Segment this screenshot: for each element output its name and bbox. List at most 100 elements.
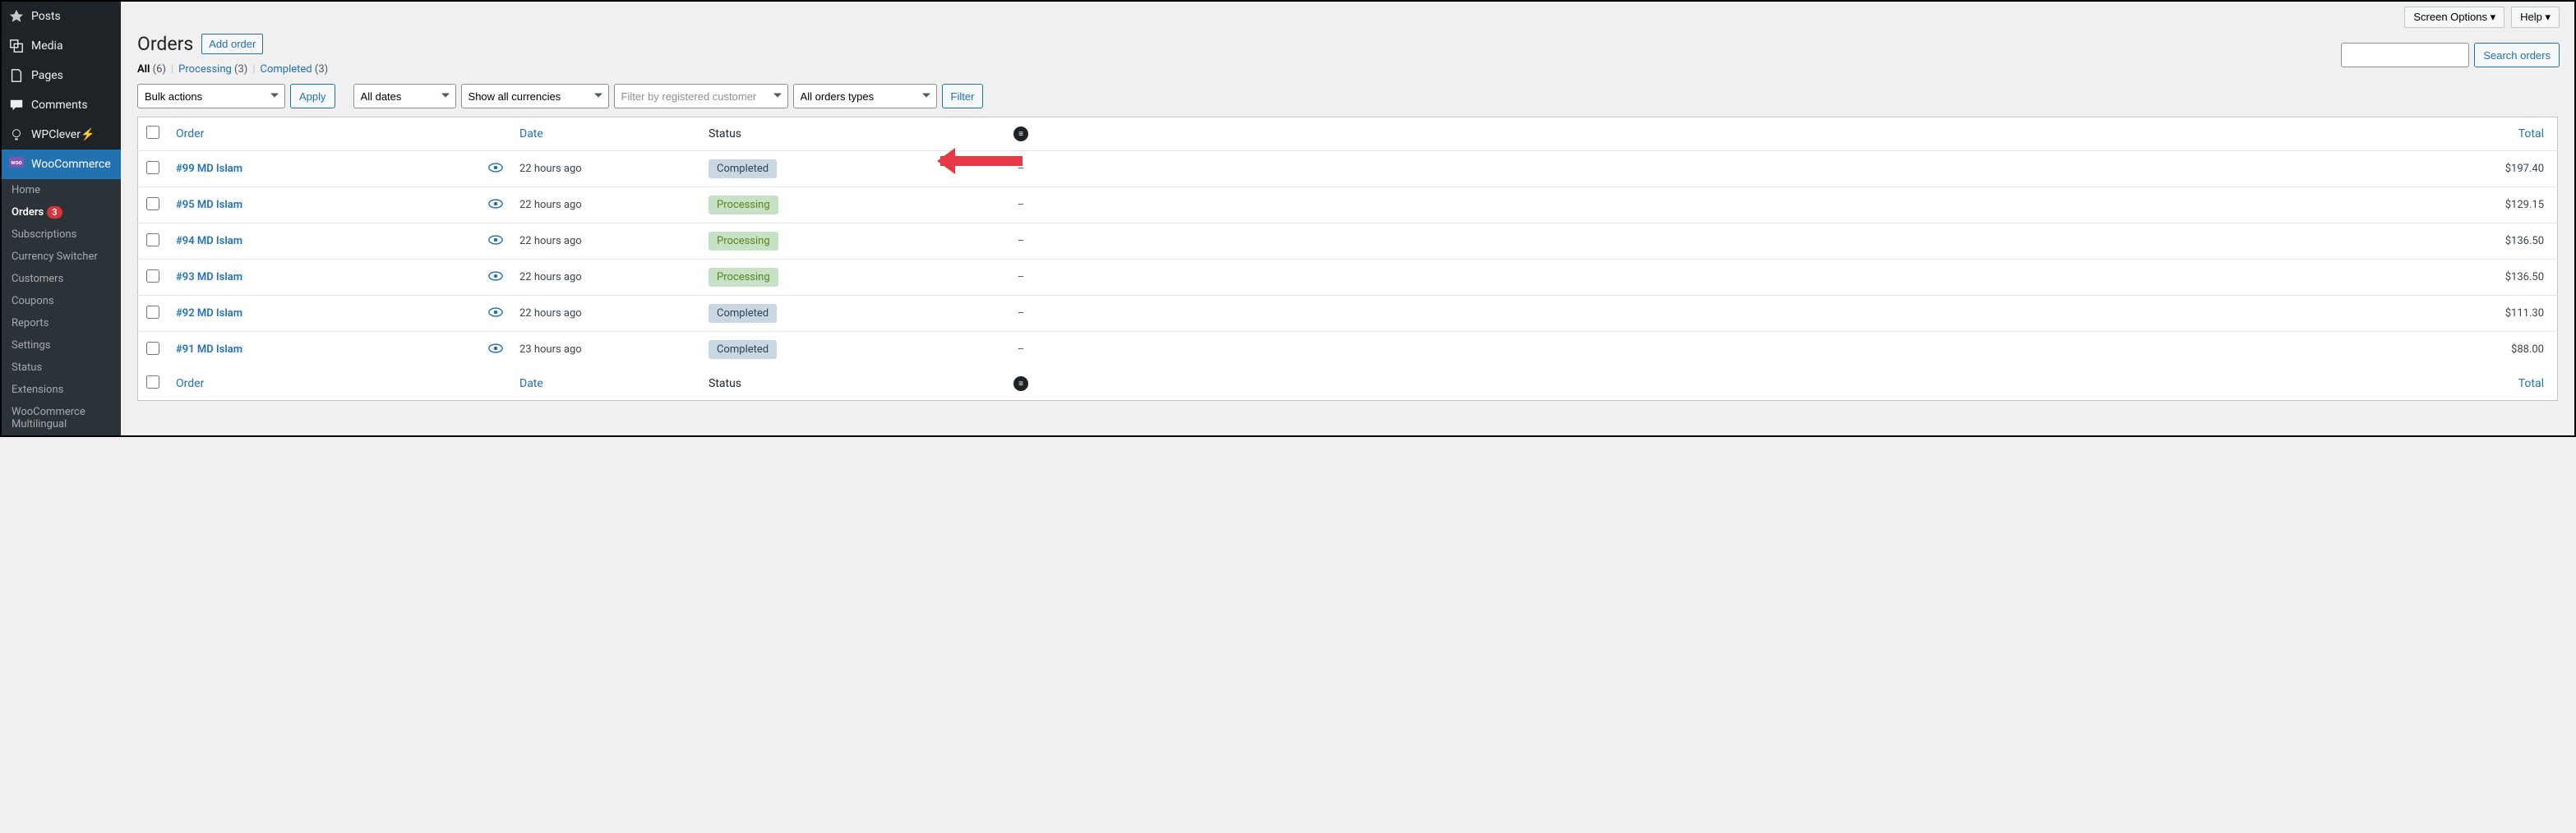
table-row[interactable]: #95 MD Islam22 hours agoProcessing–$129.… — [138, 187, 2558, 223]
submenu-item-reports[interactable]: Reports — [2, 312, 121, 334]
order-types-filter-select[interactable]: All orders types — [793, 84, 937, 108]
add-order-button[interactable]: Add order — [201, 34, 263, 54]
filter-completed[interactable]: Completed — [261, 63, 312, 76]
select-all-checkbox-footer[interactable] — [146, 375, 159, 389]
screen-options-button[interactable]: Screen Options ▾ — [2404, 7, 2504, 28]
submenu-item-extensions[interactable]: Extensions — [2, 379, 121, 401]
wpml-column-icon: ≡ — [1013, 127, 1028, 141]
sidebar-item-comments[interactable]: Comments — [2, 90, 121, 120]
row-checkbox[interactable] — [146, 197, 159, 210]
filter-processing[interactable]: Processing — [178, 63, 232, 76]
order-link[interactable]: #99 MD Islam — [176, 163, 242, 175]
order-date: 22 hours ago — [511, 187, 700, 223]
table-row[interactable]: #92 MD Islam 22 hours ago Completed –$111.3… — [138, 296, 2558, 332]
order-total: $197.40 — [1037, 151, 2558, 187]
order-link[interactable]: #91 MD Islam — [176, 343, 242, 356]
sidebar-item-media[interactable]: Media — [2, 31, 121, 61]
svg-text:woo: woo — [11, 159, 21, 166]
sidebar-item-label: WooCommerce — [31, 158, 111, 171]
order-total: $136.50 — [1037, 223, 2558, 260]
filter-all[interactable]: All — [137, 63, 150, 76]
order-total: $129.15 — [1037, 187, 2558, 223]
order-link[interactable]: #92 MD Islam — [176, 307, 242, 320]
pages-icon — [8, 67, 25, 84]
order-date: 22 hours ago — [511, 296, 700, 332]
row-checkbox[interactable] — [146, 269, 159, 283]
submenu-item-settings[interactable]: Settings — [2, 334, 121, 357]
status-badge: Processing — [709, 268, 778, 287]
column-total-footer[interactable]: Total — [2518, 377, 2544, 390]
table-row[interactable]: #93 MD Islam 22 hours ago Processing –$136.… — [138, 260, 2558, 296]
customer-filter-select[interactable]: Filter by registered customer — [614, 84, 788, 108]
order-date: 22 hours ago — [511, 151, 700, 187]
column-date-footer[interactable]: Date — [519, 377, 543, 390]
submenu-item-status[interactable]: Status — [2, 357, 121, 379]
column-order-footer[interactable]: Order — [176, 377, 204, 390]
row-checkbox[interactable] — [146, 233, 159, 246]
row-checkbox[interactable] — [146, 306, 159, 319]
eye-icon[interactable] — [488, 200, 503, 212]
sidebar-item-pages[interactable]: Pages — [2, 61, 121, 90]
orders-table: Order Date Status ≡ Total #99 MD Islam 22… — [137, 117, 2558, 401]
order-total: $88.00 — [1037, 332, 2558, 368]
order-link[interactable]: #95 MD Islam — [176, 199, 242, 211]
sidebar-item-woocommerce[interactable]: woo WooCommerce — [2, 150, 121, 179]
status-badge: Completed — [709, 340, 777, 359]
submenu-item-subscriptions[interactable]: Subscriptions — [2, 223, 121, 246]
submenu-item-customers[interactable]: Customers — [2, 268, 121, 290]
sidebar-item-posts[interactable]: Posts — [2, 2, 121, 31]
order-date: 23 hours ago — [511, 332, 700, 368]
sidebar-item-label: WPClever⚡ — [31, 128, 95, 141]
submenu-item-home[interactable]: Home — [2, 179, 121, 201]
bulk-actions-select[interactable]: Bulk actions — [137, 84, 285, 108]
eye-icon[interactable] — [488, 308, 503, 320]
woo-icon: woo — [8, 156, 25, 173]
page-title: Orders — [137, 33, 193, 55]
wpml-column-icon-footer: ≡ — [1013, 376, 1028, 391]
table-row[interactable]: #99 MD Islam22 hours agoCompleted–$197.4… — [138, 151, 2558, 187]
search-orders-input[interactable] — [2341, 43, 2469, 67]
help-button[interactable]: Help ▾ — [2511, 7, 2560, 28]
column-total[interactable]: Total — [2518, 127, 2544, 140]
sidebar-item-wpclever-[interactable]: WPClever⚡ — [2, 120, 121, 150]
row-checkbox[interactable] — [146, 161, 159, 174]
currencies-filter-select[interactable]: Show all currencies — [461, 84, 609, 108]
row-checkbox[interactable] — [146, 342, 159, 355]
sidebar-item-label: Comments — [31, 99, 88, 112]
status-badge: Processing — [709, 196, 778, 214]
submenu-item-orders[interactable]: Orders3 — [2, 201, 121, 223]
submenu-item-woocommerce-multilingual[interactable]: WooCommerce Multilingual — [2, 401, 121, 435]
wpml-cell: – — [1004, 223, 1037, 260]
main-content: Screen Options ▾ Help ▾ Orders Add order… — [121, 2, 2574, 435]
eye-icon[interactable] — [488, 344, 503, 357]
order-link[interactable]: #93 MD Islam — [176, 271, 242, 283]
eye-icon[interactable] — [488, 236, 503, 248]
admin-sidebar: Posts Media Pages Comments WPClever⚡ woo WooCo… — [2, 2, 121, 435]
filter-button[interactable]: Filter — [942, 84, 984, 108]
submenu-item-currency-switcher[interactable]: Currency Switcher — [2, 246, 121, 268]
comment-icon — [8, 97, 25, 113]
sidebar-item-label: Media — [31, 39, 63, 53]
order-total: $111.30 — [1037, 296, 2558, 332]
dates-filter-select[interactable]: All dates — [353, 84, 456, 108]
column-status: Status — [709, 127, 741, 140]
search-orders-button[interactable]: Search orders — [2474, 43, 2560, 67]
wpml-cell: – — [1004, 296, 1037, 332]
order-date: 22 hours ago — [511, 260, 700, 296]
table-row[interactable]: #91 MD Islam23 hours agoCompleted–$88.00 — [138, 332, 2558, 368]
wpml-cell: – — [1004, 260, 1037, 296]
column-order[interactable]: Order — [176, 127, 204, 140]
order-total: $136.50 — [1037, 260, 2558, 296]
bulb-icon — [8, 127, 25, 143]
table-row[interactable]: #94 MD Islam22 hours agoProcessing–$136.… — [138, 223, 2558, 260]
status-badge: Processing — [709, 232, 778, 251]
orders-count-badge: 3 — [47, 206, 62, 219]
eye-icon[interactable] — [488, 272, 503, 284]
eye-icon[interactable] — [488, 163, 503, 176]
select-all-checkbox[interactable] — [146, 126, 159, 139]
column-date[interactable]: Date — [519, 127, 543, 140]
order-link[interactable]: #94 MD Islam — [176, 235, 242, 247]
status-badge: Completed — [709, 304, 777, 323]
submenu-item-coupons[interactable]: Coupons — [2, 290, 121, 312]
apply-button[interactable]: Apply — [290, 84, 335, 108]
